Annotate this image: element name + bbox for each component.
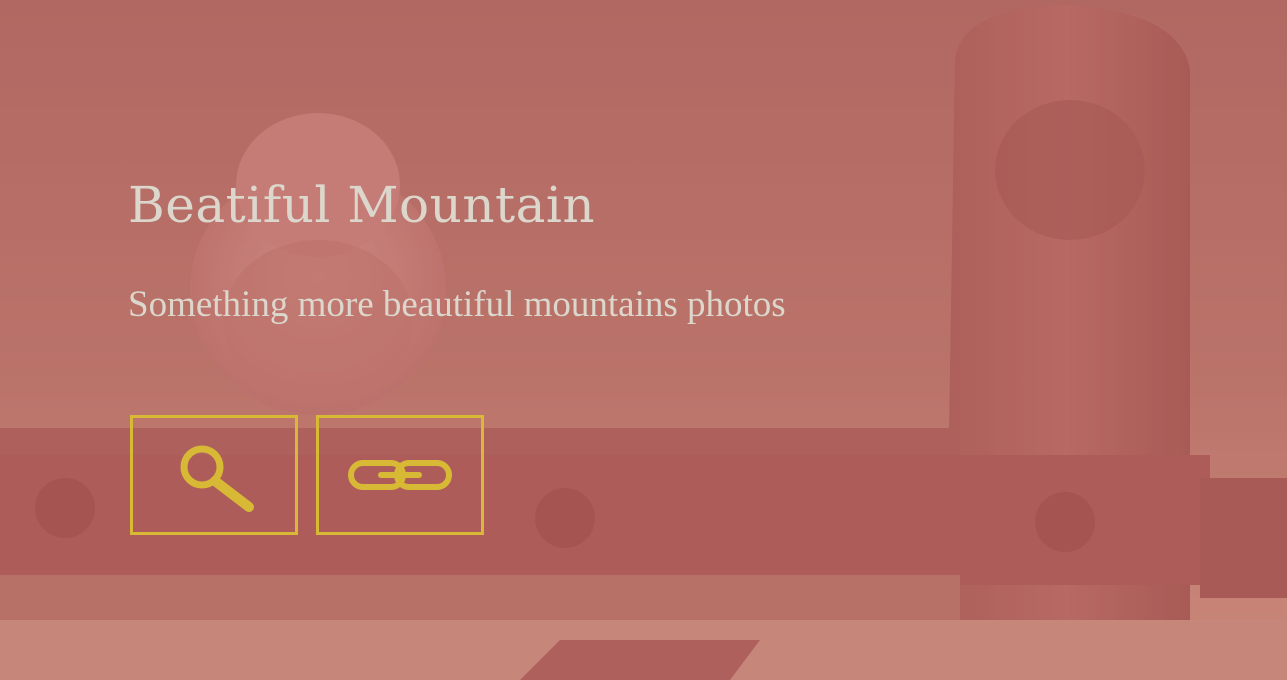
search-button[interactable] xyxy=(130,415,298,535)
link-icon xyxy=(348,460,452,490)
hero-caption: Beatiful Mountain Something more beautif… xyxy=(128,170,1028,330)
hero-title: Beatiful Mountain xyxy=(128,176,596,234)
photo-card: Beatiful Mountain Something more beautif… xyxy=(0,0,1287,680)
color-overlay xyxy=(0,0,1287,680)
hero-subtitle: Something more beautiful mountains photo… xyxy=(128,284,786,325)
search-icon xyxy=(180,445,254,512)
action-buttons xyxy=(130,415,484,535)
link-button[interactable] xyxy=(316,415,484,535)
